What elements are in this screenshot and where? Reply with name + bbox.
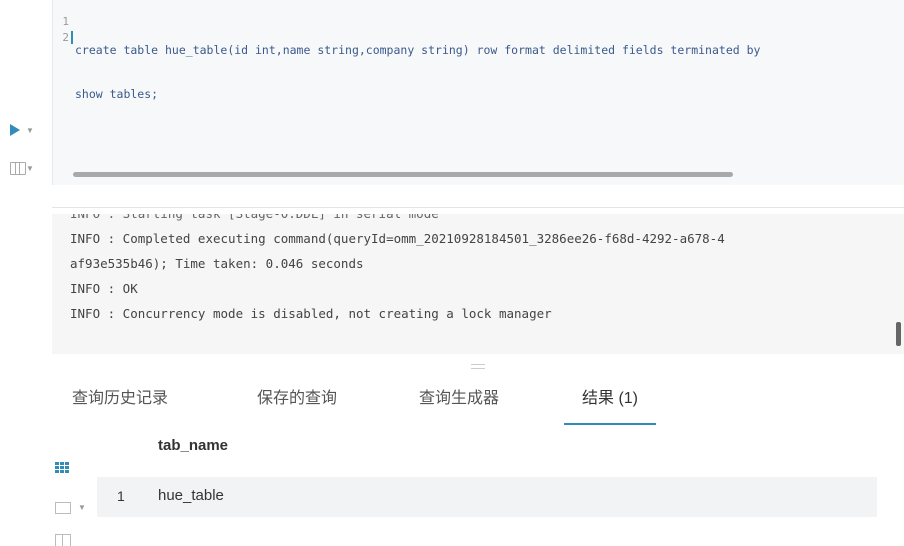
tab-saved-queries[interactable]: 保存的查询 <box>257 385 337 423</box>
tab-query-builder[interactable]: 查询生成器 <box>419 385 499 423</box>
format-options-chevron-down-icon[interactable]: ▼ <box>26 164 34 173</box>
table-row[interactable]: 1 hue_table <box>97 477 877 517</box>
row-number: 1 <box>117 488 125 504</box>
log-line: INFO : OK <box>70 281 138 296</box>
log-vertical-scrollbar[interactable] <box>896 322 901 346</box>
play-icon[interactable] <box>10 124 20 136</box>
result-tabs: 查询历史记录 保存的查询 查询生成器 结果 (1) <box>52 385 904 425</box>
layout-icon[interactable] <box>55 534 71 546</box>
grid-columns-icon[interactable] <box>10 162 26 175</box>
table-cell[interactable]: hue_table <box>158 487 224 504</box>
chart-options-chevron-down-icon[interactable]: ▼ <box>78 503 86 512</box>
editor-divider <box>52 207 904 208</box>
code-line: create table hue_table(id int,name strin… <box>75 43 761 57</box>
query-editor[interactable]: 1 2 create table hue_table(id int,name s… <box>52 0 904 185</box>
log-line: INFO : Concurrency mode is disabled, not… <box>70 306 552 321</box>
log-line-partial: INFO : Starting task [Stage-0:DDL] in se… <box>70 214 880 226</box>
log-line: INFO : Completed executing command(query… <box>70 231 725 246</box>
resize-handle[interactable] <box>471 364 485 369</box>
tab-query-history[interactable]: 查询历史记录 <box>72 385 168 423</box>
chart-icon[interactable] <box>55 502 71 514</box>
column-header[interactable]: tab_name <box>158 437 228 454</box>
line-number: 1 <box>62 15 69 28</box>
log-line: af93e535b46); Time taken: 0.046 seconds <box>70 256 364 271</box>
text-cursor <box>71 31 73 44</box>
code-line: show tables; <box>75 87 159 101</box>
code-area[interactable]: create table hue_table(id int,name strin… <box>75 14 904 130</box>
horizontal-scrollbar-thumb[interactable] <box>73 172 733 177</box>
horizontal-scrollbar[interactable] <box>73 172 903 178</box>
line-number-gutter: 1 2 <box>53 14 69 46</box>
table-icon[interactable] <box>55 462 69 473</box>
line-number: 2 <box>62 31 69 44</box>
execution-log: INFO : Starting task [Stage-0:DDL] in se… <box>52 214 904 354</box>
tab-results[interactable]: 结果 (1) <box>564 385 657 425</box>
run-options-chevron-down-icon[interactable]: ▼ <box>26 126 34 135</box>
